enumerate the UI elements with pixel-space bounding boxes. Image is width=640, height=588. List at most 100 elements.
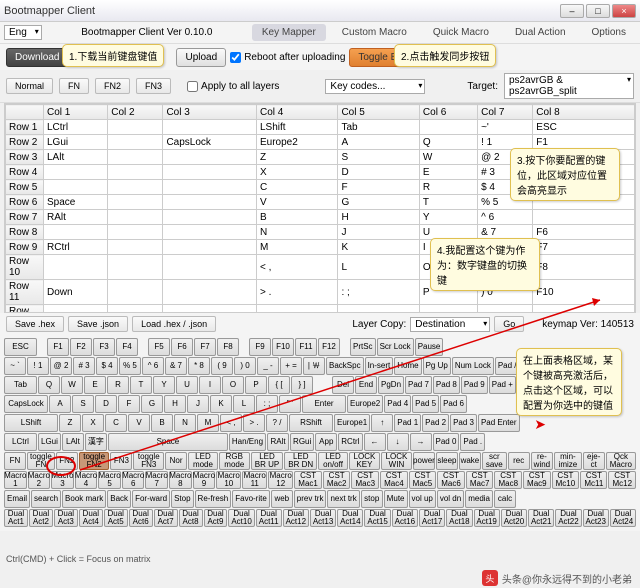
key-power[interactable]: power [413,452,435,470]
grid-cell[interactable] [108,135,163,150]
key-[interactable]: | ￦ [303,357,325,375]
key-f3[interactable]: F3 [93,338,115,356]
key-rec[interactable]: rec [508,452,530,470]
key-f4[interactable]: F4 [116,338,138,356]
key-[interactable]: ↑ [371,414,393,432]
key-ledonoff[interactable]: LED on/off [318,452,348,470]
grid-cell[interactable]: Row 9 [6,240,44,255]
key-cstmac7[interactable]: CST Mac7 [466,471,494,489]
key-m[interactable]: M [197,414,219,432]
save-json-button[interactable]: Save .json [68,316,128,332]
key-lockkey[interactable]: LOCK KEY [349,452,380,470]
tab-quickmacro[interactable]: Quick Macro [423,24,499,41]
key-stop[interactable]: Stop [171,490,193,508]
key-f2[interactable]: F2 [70,338,92,356]
layer-fn3[interactable]: FN3 [136,78,171,94]
key-media[interactable]: media [465,490,493,508]
key-sleep[interactable]: sleep [436,452,458,470]
reboot-checkbox[interactable]: Reboot after uploading [230,52,345,63]
grid-cell[interactable]: Tab [338,120,419,135]
key-h[interactable]: H [164,395,186,413]
key-b[interactable]: B [151,414,173,432]
key-d[interactable]: D [95,395,117,413]
download-button[interactable]: Download [6,48,68,67]
key-lalt[interactable]: LAlt [62,433,84,451]
key-dualact2[interactable]: Dual Act2 [29,509,53,527]
key-ledmode[interactable]: LED mode [188,452,218,470]
grid-cell[interactable]: LCtrl [44,120,108,135]
key-f10[interactable]: F10 [272,338,294,356]
key-stop[interactable]: stop [361,490,383,508]
key-f12[interactable]: F12 [318,338,340,356]
key-del[interactable]: Del [332,376,354,394]
key-wake[interactable]: wake [459,452,481,470]
key-bookmark[interactable]: Book mark [62,490,106,508]
key-pad2[interactable]: Pad 2 [422,414,449,432]
key-dualact23[interactable]: Dual Act23 [583,509,609,527]
key-dualact19[interactable]: Dual Act19 [474,509,500,527]
key-togglefn2[interactable]: toggle FN2 [79,452,110,470]
col-header[interactable]: Col 4 [257,105,338,120]
grid-cell[interactable] [478,305,533,314]
grid-cell[interactable] [163,255,257,280]
grid-cell[interactable]: F6 [533,225,635,240]
grid-cell[interactable]: Z [257,150,338,165]
key-[interactable]: : ; [256,395,278,413]
key-[interactable]: } ] [291,376,313,394]
key-space[interactable]: Space [108,433,228,451]
key-rgbmode[interactable]: RGB mode [219,452,250,470]
grid-cell[interactable] [163,305,257,314]
key-dualact10[interactable]: Dual Act10 [228,509,254,527]
key-email[interactable]: Email [4,490,30,508]
key-prevtrk[interactable]: prev trk [294,490,327,508]
key-cstmac1[interactable]: CST Mac1 [294,471,322,489]
key-pad4[interactable]: Pad 4 [384,395,411,413]
key-pgdn[interactable]: PgDn [378,376,404,394]
key-fn3[interactable]: FN3 [110,452,132,470]
grid-cell[interactable]: F [338,180,419,195]
key-w[interactable]: W [61,376,83,394]
key-nexttrk[interactable]: next trk [327,490,359,508]
tab-custommacro[interactable]: Custom Macro [332,24,417,41]
key-[interactable]: + = [280,357,302,375]
key-pad3[interactable]: Pad 3 [450,414,477,432]
col-header[interactable]: Col 5 [338,105,419,120]
key-esc[interactable]: ESC [4,338,37,356]
col-header[interactable] [6,105,44,120]
key-search[interactable]: search [31,490,61,508]
grid-cell[interactable]: Row 7 [6,210,44,225]
key-7[interactable]: & 7 [165,357,187,375]
col-header[interactable]: Col 8 [533,105,635,120]
key-pad5[interactable]: Pad 5 [412,395,439,413]
grid-cell[interactable]: CapsLock [163,135,257,150]
key-f7[interactable]: F7 [194,338,216,356]
grid-cell[interactable]: Y [419,210,477,225]
key-ralt[interactable]: RAlt [267,433,289,451]
key-pause[interactable]: Pause [415,338,444,356]
key-end[interactable]: End [355,376,377,394]
key-lshift[interactable]: LShift [4,414,58,432]
key-cstmac8[interactable]: CST Mac8 [494,471,522,489]
grid-cell[interactable] [163,120,257,135]
grid-cell[interactable] [163,225,257,240]
key-dualact6[interactable]: Dual Act6 [129,509,153,527]
grid-cell[interactable]: F11 [533,305,635,314]
key-q[interactable]: Q [38,376,60,394]
key-l[interactable]: L [233,395,255,413]
key-a[interactable]: A [49,395,71,413]
grid-cell[interactable] [44,165,108,180]
key-macro6[interactable]: Macro 6 [122,471,145,489]
key-dualact7[interactable]: Dual Act7 [154,509,178,527]
key-pad0[interactable]: Pad 0 [433,433,460,451]
key-cstmac2[interactable]: CST Mac2 [323,471,351,489]
key-dualact18[interactable]: Dual Act18 [446,509,472,527]
key-macro12[interactable]: Macro 12 [268,471,293,489]
key-dualact14[interactable]: Dual Act14 [337,509,363,527]
key-calc[interactable]: calc [494,490,516,508]
col-header[interactable]: Col 3 [163,105,257,120]
key-lctrl[interactable]: LCtrl [4,433,37,451]
grid-cell[interactable]: L [338,255,419,280]
grid-cell[interactable]: > . [257,280,338,305]
key-insert[interactable]: In-sert [365,357,394,375]
key-n[interactable]: N [174,414,196,432]
